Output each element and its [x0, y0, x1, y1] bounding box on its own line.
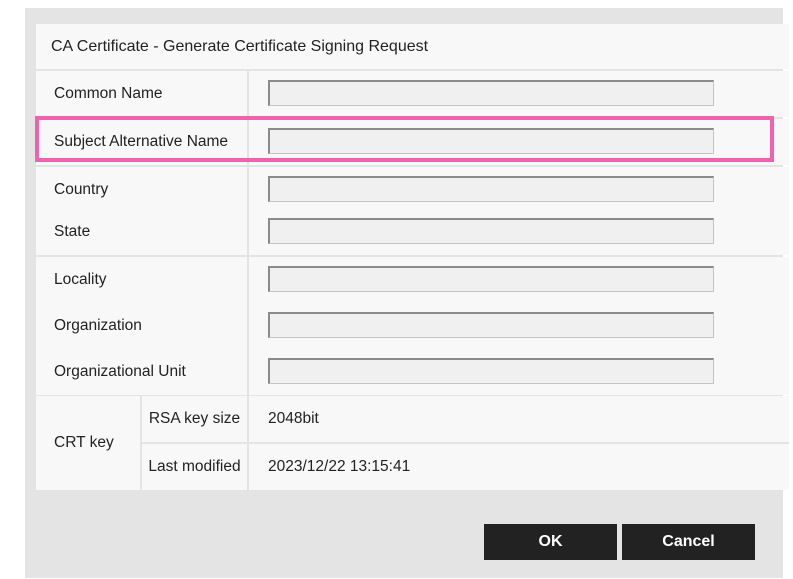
- cancel-button[interactable]: Cancel: [622, 524, 755, 560]
- common-name-input[interactable]: [268, 80, 714, 106]
- column-divider: [247, 71, 249, 117]
- csr-dialog: CA Certificate - Generate Certificate Si…: [25, 8, 789, 578]
- dialog-title: CA Certificate - Generate Certificate Si…: [36, 24, 789, 69]
- locality-label: Locality: [54, 271, 107, 288]
- common-name-row: Common Name: [36, 71, 789, 117]
- column-divider: [247, 303, 249, 349]
- organization-row: Organization: [36, 303, 789, 349]
- country-input[interactable]: [268, 176, 714, 202]
- subject-alternative-name-row: Subject Alternative Name: [36, 119, 789, 165]
- rsa-key-size-label: RSA key size: [148, 410, 241, 427]
- subject-alternative-name-input[interactable]: [268, 128, 714, 154]
- organization-label: Organization: [54, 317, 142, 334]
- subject-alternative-name-label: Subject Alternative Name: [54, 133, 229, 150]
- ok-button[interactable]: OK: [484, 524, 617, 560]
- column-divider: [247, 167, 249, 213]
- common-name-label: Common Name: [54, 85, 163, 102]
- crt-key-label: CRT key: [54, 434, 114, 451]
- last-modified-value: 2023/12/22 13:15:41: [268, 458, 411, 475]
- state-label: State: [54, 223, 91, 240]
- state-input[interactable]: [268, 218, 714, 244]
- last-modified-label: Last modified: [148, 458, 241, 475]
- organizational-unit-row: Organizational Unit: [36, 349, 789, 395]
- column-divider: [247, 209, 249, 255]
- column-divider: [247, 119, 249, 165]
- column-divider: [247, 257, 249, 303]
- locality-input[interactable]: [268, 266, 714, 292]
- column-divider: [247, 349, 249, 395]
- organizational-unit-input[interactable]: [268, 358, 714, 384]
- crt-key-section: CRT key RSA key size 2048bit Last modifi…: [36, 396, 789, 490]
- country-label: Country: [54, 181, 109, 198]
- organization-input[interactable]: [268, 312, 714, 338]
- country-row: Country: [36, 167, 789, 213]
- locality-row: Locality: [36, 257, 789, 303]
- rsa-key-size-value: 2048bit: [268, 410, 319, 427]
- organizational-unit-label: Organizational Unit: [54, 363, 186, 380]
- state-row: State: [36, 209, 789, 255]
